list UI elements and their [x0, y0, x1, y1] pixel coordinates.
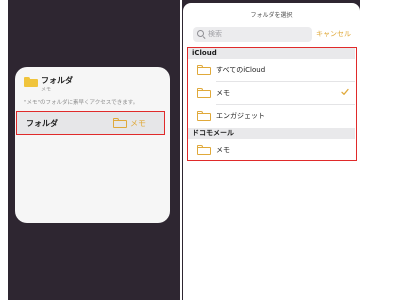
folder-setting-label: フォルダ — [26, 119, 58, 128]
folder-outline-icon — [197, 65, 211, 75]
list-item-all-icloud[interactable]: すべてのiCloud — [188, 59, 355, 82]
sheet-title: フォルダを選択 — [250, 12, 293, 19]
cancel-button[interactable]: キャンセル — [316, 29, 351, 39]
list-item-memo-icloud[interactable]: メモ — [188, 82, 355, 105]
section-header-docomo-mail: ドコモメール — [188, 128, 355, 139]
widget-subtitle: メモ — [41, 87, 52, 93]
search-input[interactable]: 検索 — [193, 27, 312, 42]
folder-outline-icon — [113, 118, 127, 128]
widget-preview-screen: フォルダ メモ "メモ"のフォルダに素早くアクセスできます。 フォルダ メモ — [8, 0, 180, 300]
folder-setting-value-group: メモ — [105, 117, 155, 129]
list-item-label: メモ — [216, 89, 230, 97]
widget-header: フォルダ メモ — [24, 74, 164, 96]
screenshot-canvas: フォルダ メモ "メモ"のフォルダに素早くアクセスできます。 フォルダ メモ フ… — [0, 0, 400, 300]
section-header-icloud: iCloud — [188, 48, 355, 59]
folder-setting-row[interactable]: フォルダ メモ — [16, 111, 165, 135]
folder-setting-value: メモ — [130, 119, 146, 128]
list-item-label: メモ — [216, 146, 230, 154]
folder-widget-card[interactable]: フォルダ メモ "メモ"のフォルダに素早くアクセスできます。 フォルダ メモ — [15, 67, 170, 223]
widget-title: フォルダ — [41, 76, 73, 85]
widget-description: "メモ"のフォルダに素早くアクセスできます。 — [24, 100, 139, 106]
search-icon — [197, 30, 206, 40]
folder-outline-icon — [197, 145, 211, 155]
folder-picker-sheet: フォルダを選択 検索 キャンセル iCloud すべてのiCloud メモ エン… — [183, 3, 360, 300]
list-item-label: すべてのiCloud — [216, 66, 266, 74]
list-item-label: エンガジェット — [216, 112, 265, 120]
folder-picker-screen: フォルダを選択 検索 キャンセル iCloud すべてのiCloud メモ エン… — [182, 0, 360, 300]
list-item-memo-docomo[interactable]: メモ — [188, 139, 355, 160]
folder-list: iCloud すべてのiCloud メモ エンガジェット ドコモメール メモ — [187, 47, 357, 161]
list-item-engadget[interactable]: エンガジェット — [188, 105, 355, 128]
checkmark-icon — [341, 88, 349, 95]
search-placeholder: 検索 — [208, 30, 222, 38]
folder-outline-icon — [197, 111, 211, 121]
folder-icon — [24, 77, 38, 87]
folder-outline-icon — [197, 88, 211, 98]
